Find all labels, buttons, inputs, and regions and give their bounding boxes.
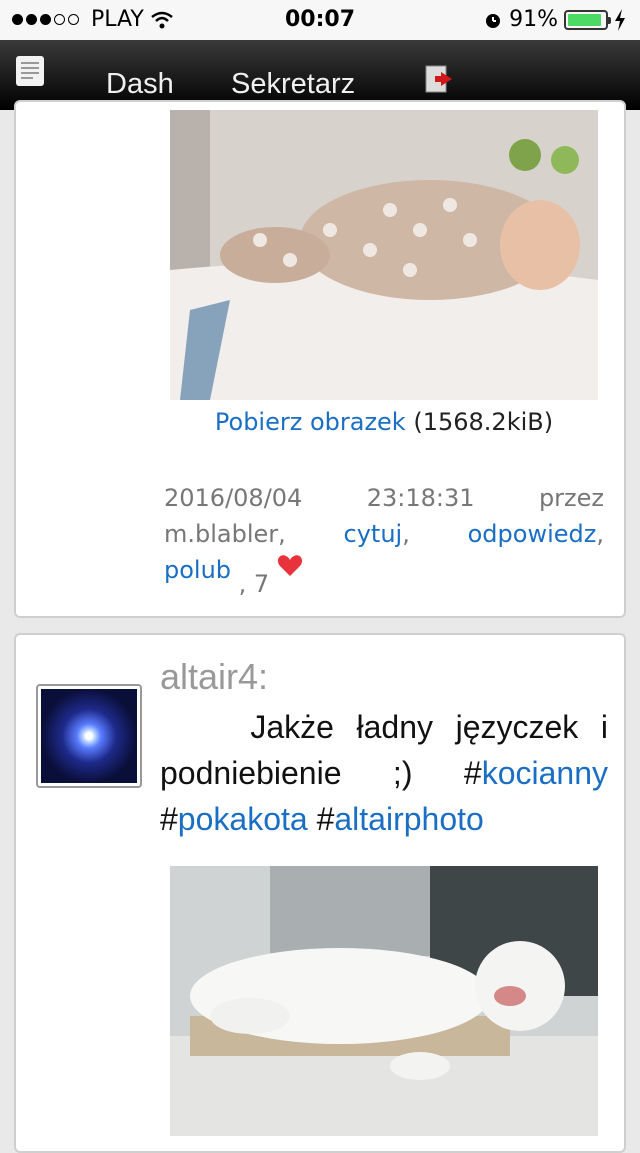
post-meta: 2016/08/04 23:18:31 przez m.blabler, cyt… [164, 480, 604, 598]
post-time: 23:18:31 [366, 484, 475, 512]
post-image-cat[interactable] [170, 866, 598, 1136]
post-author[interactable]: m.blabler, [164, 516, 286, 552]
battery-percent: 91% [509, 7, 558, 32]
by-label: przez [538, 484, 604, 512]
baby-photo [170, 110, 598, 400]
battery-icon [564, 9, 611, 30]
document-menu-icon[interactable] [16, 56, 44, 86]
logout-icon[interactable] [424, 64, 454, 94]
quote-link[interactable]: cytuj [344, 520, 403, 548]
nav-sekretarz-link[interactable]: Sekretarz [231, 68, 355, 101]
hashtag-link[interactable]: kocianny [482, 755, 608, 791]
alarm-icon [486, 13, 501, 28]
reply-link[interactable]: odpowiedz [468, 520, 597, 548]
status-bar: PLAY 00:07 91% [0, 0, 640, 40]
post-date: 2016/08/04 [164, 484, 303, 512]
download-image-link[interactable]: Pobierz obrazek [215, 408, 406, 436]
like-link[interactable]: polub [164, 556, 231, 584]
charging-icon [615, 8, 625, 31]
status-right: 91% [483, 7, 626, 32]
post-text: Jakże ładny języczek i podniebienie ;) #… [160, 709, 609, 837]
post-image-baby[interactable] [170, 110, 598, 400]
nav-dash-link[interactable]: Dash [106, 68, 174, 101]
download-line: Pobierz obrazek (1568.2kiB) [170, 408, 598, 436]
avatar[interactable] [36, 684, 142, 788]
cat-photo [170, 866, 598, 1136]
download-size: (1568.2kiB) [413, 408, 554, 436]
post-author[interactable]: altair4: [160, 656, 268, 698]
hashtag-link[interactable]: altairphoto [334, 801, 483, 837]
heart-icon [277, 555, 302, 576]
hashtag-link[interactable]: pokakota [178, 801, 308, 837]
likes-count: , 7 [238, 570, 270, 598]
